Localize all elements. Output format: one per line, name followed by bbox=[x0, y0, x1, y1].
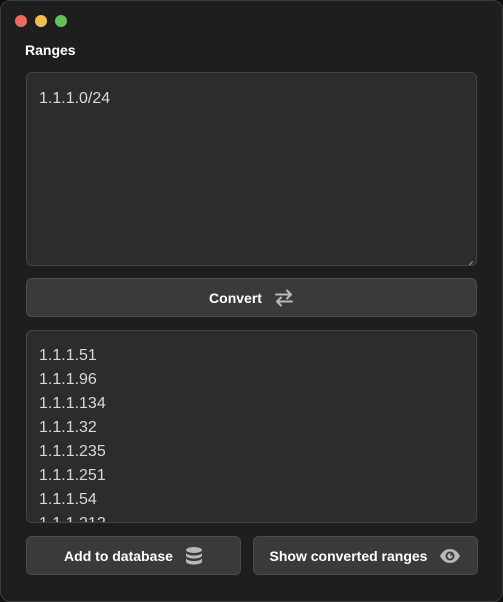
output-line: 1.1.1.134 bbox=[39, 395, 106, 412]
ranges-input-value: 1.1.1.0/24 bbox=[39, 90, 111, 107]
output-line: 1.1.1.251 bbox=[39, 467, 106, 484]
eye-icon bbox=[439, 548, 461, 564]
close-window-button[interactable] bbox=[15, 15, 27, 27]
output-line: 1.1.1.96 bbox=[39, 371, 97, 388]
database-icon bbox=[185, 546, 203, 566]
resize-grip-icon[interactable] bbox=[465, 254, 473, 262]
ranges-input[interactable]: 1.1.1.0/24 bbox=[26, 72, 477, 266]
minimize-window-button[interactable] bbox=[35, 15, 47, 27]
swap-arrows-icon bbox=[274, 288, 294, 308]
zoom-window-button[interactable] bbox=[55, 15, 67, 27]
show-converted-ranges-button[interactable]: Show converted ranges bbox=[253, 536, 478, 575]
app-window: Ranges 1.1.1.0/24 Convert 1.1.1.51 1.1.1… bbox=[0, 0, 503, 602]
convert-button-label: Convert bbox=[209, 289, 262, 306]
show-converted-ranges-label: Show converted ranges bbox=[269, 547, 428, 564]
output-line: 1.1.1.212 bbox=[39, 512, 464, 522]
add-to-database-button[interactable]: Add to database bbox=[26, 536, 241, 575]
ranges-label: Ranges bbox=[25, 42, 76, 58]
add-to-database-label: Add to database bbox=[64, 547, 173, 564]
output-line: 1.1.1.235 bbox=[39, 443, 106, 460]
output-line: 1.1.1.32 bbox=[39, 419, 97, 436]
output-line: 1.1.1.51 bbox=[39, 347, 97, 364]
convert-button[interactable]: Convert bbox=[26, 278, 477, 317]
output-line: 1.1.1.54 bbox=[39, 491, 97, 508]
converted-output[interactable]: 1.1.1.51 1.1.1.96 1.1.1.134 1.1.1.32 1.1… bbox=[26, 330, 477, 523]
window-controls bbox=[15, 15, 67, 27]
